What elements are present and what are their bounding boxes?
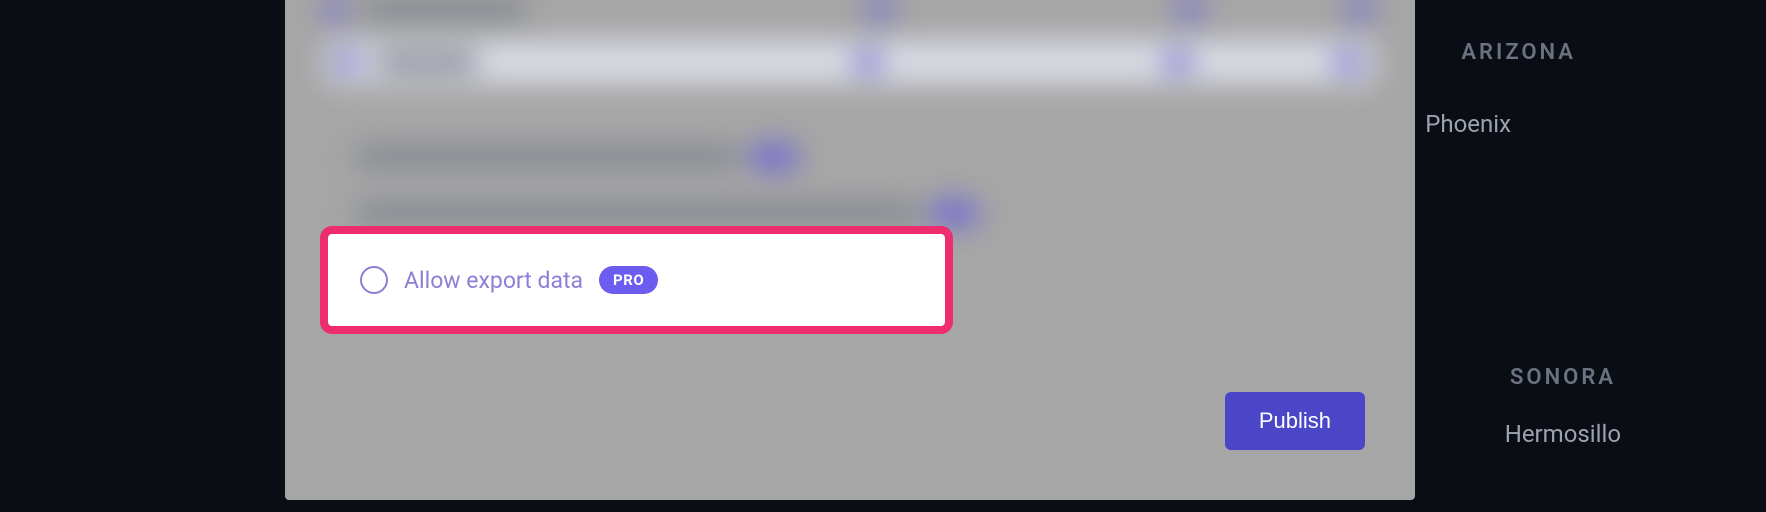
allow-export-radio[interactable]	[360, 266, 388, 294]
publish-modal: Allow export data PRO Publish	[285, 0, 1415, 500]
modal-content: Allow export data PRO Publish	[285, 0, 1415, 500]
publish-button[interactable]: Publish	[1225, 392, 1365, 450]
map-city-label: Phoenix	[1425, 110, 1511, 138]
map-state-label: ARIZONA	[1461, 40, 1576, 65]
blurred-settings	[325, 0, 1375, 230]
map-city-label: Hermosillo	[1505, 420, 1621, 448]
allow-export-option-highlight: Allow export data PRO	[320, 226, 953, 334]
pro-badge: PRO	[599, 266, 658, 294]
allow-export-label: Allow export data	[404, 267, 583, 294]
map-state-label: SONORA	[1510, 365, 1616, 390]
